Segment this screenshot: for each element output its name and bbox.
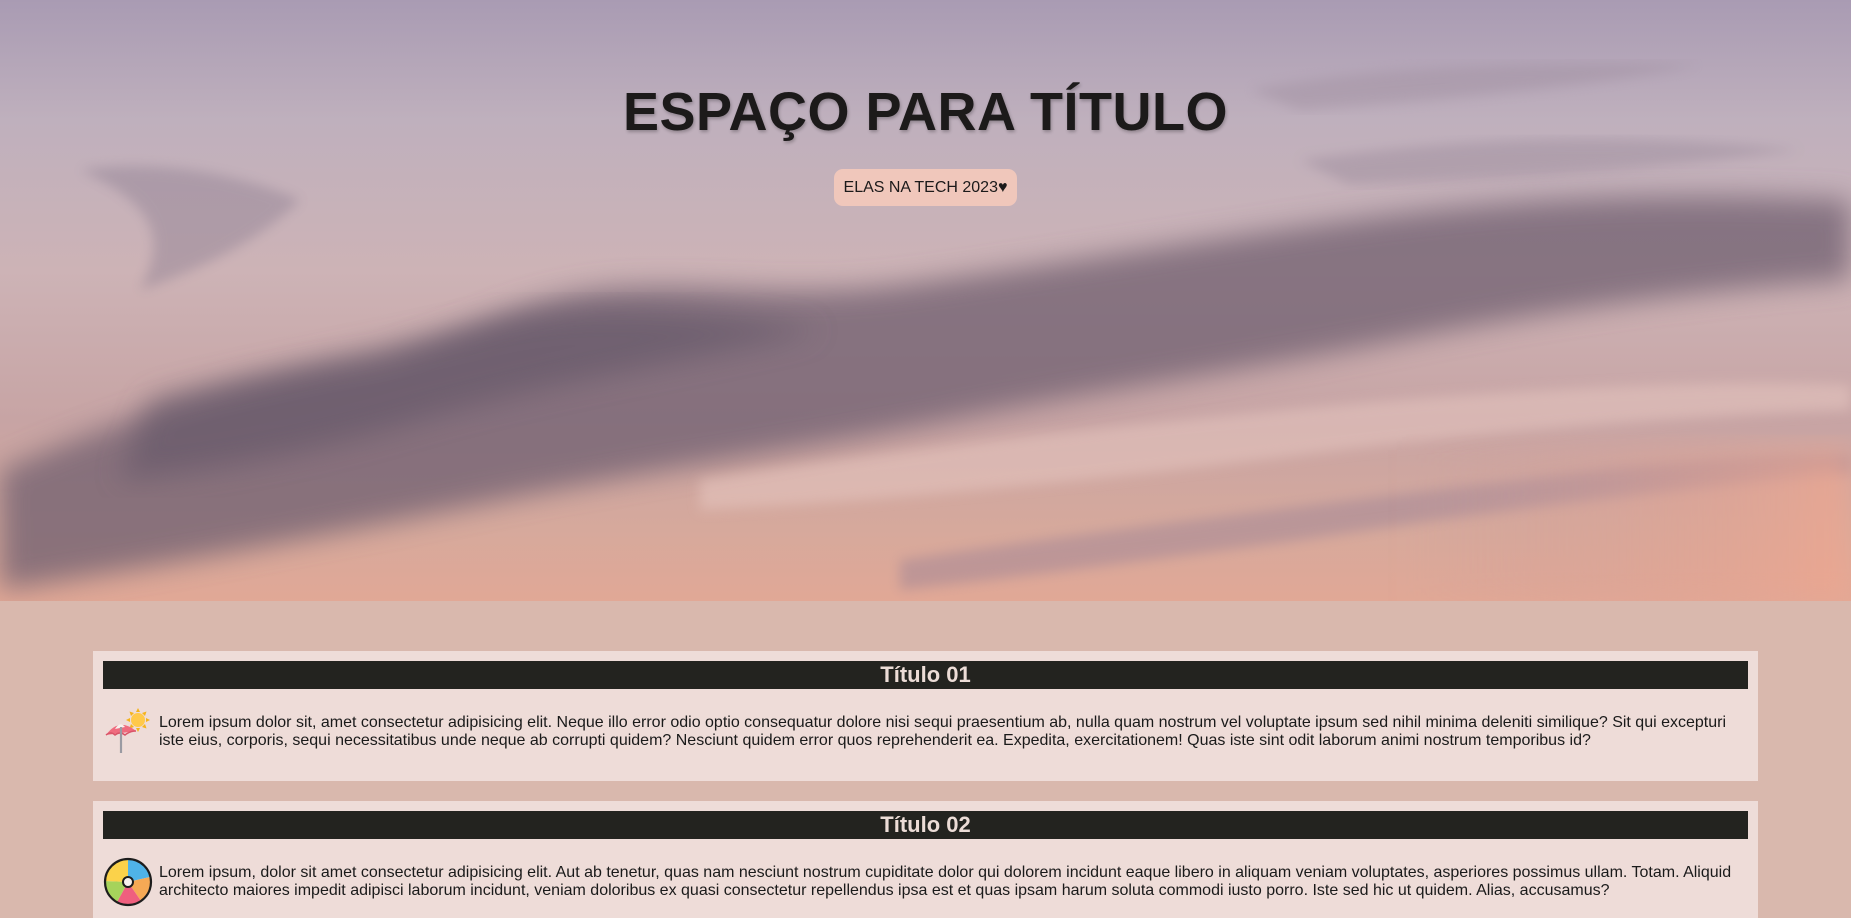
event-badge: ELAS NA TECH 2023♥ <box>833 169 1018 206</box>
hero-banner: ESPAÇO PARA TÍTULO ELAS NA TECH 2023♥ <box>0 0 1851 601</box>
main-content: Título 01 Lorem ipsum dolor sit, amet co… <box>0 601 1851 918</box>
content-card-1: Título 01 Lorem ipsum dolor sit, amet co… <box>93 651 1758 781</box>
content-card-2: Título 02 Lorem ipsum, dolor sit amet co… <box>93 801 1758 918</box>
card-body: Lorem ipsum, dolor sit amet consectetur … <box>103 839 1748 918</box>
card-title: Título 02 <box>103 811 1748 839</box>
card-title: Título 01 <box>103 661 1748 689</box>
card-text: Lorem ipsum dolor sit, amet consectetur … <box>159 714 1727 749</box>
page-title: ESPAÇO PARA TÍTULO <box>622 82 1228 142</box>
hero-content: ESPAÇO PARA TÍTULO ELAS NA TECH 2023♥ <box>0 0 1851 206</box>
card-body: Lorem ipsum dolor sit, amet consectetur … <box>103 689 1748 771</box>
beach-umbrella-icon <box>105 708 150 753</box>
beach-ball-icon <box>103 857 153 907</box>
card-text: Lorem ipsum, dolor sit amet consectetur … <box>159 864 1732 899</box>
